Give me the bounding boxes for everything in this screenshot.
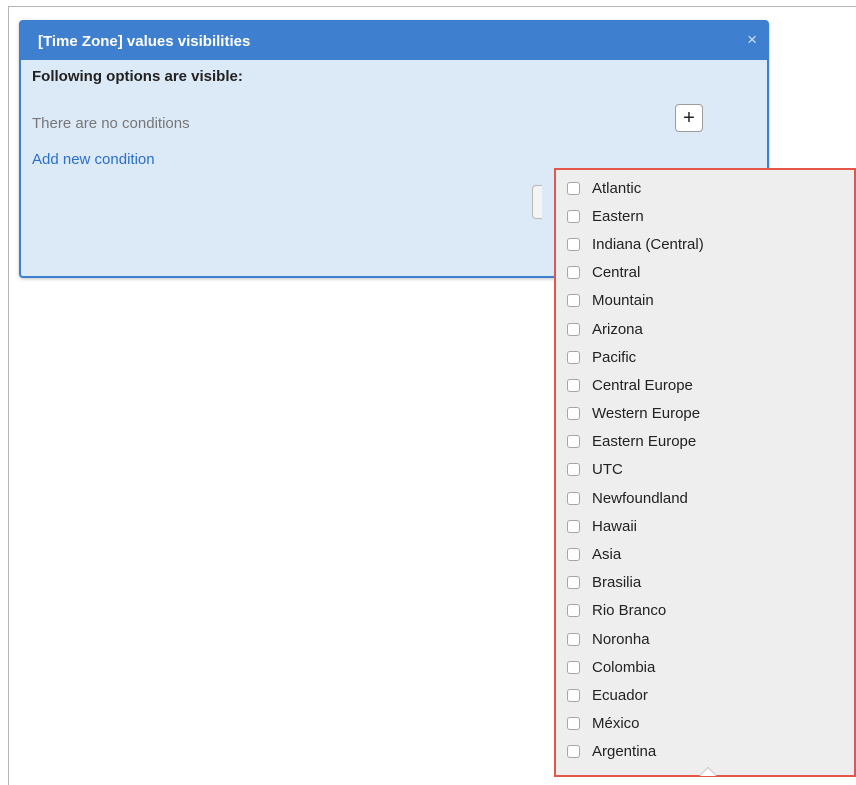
option-label: Pacific: [592, 348, 637, 366]
option-item[interactable]: Hawaii: [556, 512, 854, 540]
option-checkbox[interactable]: [567, 745, 580, 759]
option-checkbox[interactable]: [567, 237, 580, 251]
option-checkbox[interactable]: [567, 294, 580, 308]
option-label: Atlantic: [592, 179, 642, 197]
option-label: Eastern: [592, 207, 644, 225]
option-label: Ecuador: [592, 686, 648, 704]
option-checkbox[interactable]: [567, 519, 580, 533]
option-item[interactable]: Asia: [556, 540, 854, 568]
option-label: Indiana (Central): [592, 235, 704, 253]
option-item[interactable]: Pacific: [556, 343, 854, 371]
obscured-button[interactable]: [532, 185, 542, 219]
option-checkbox[interactable]: [567, 660, 580, 674]
option-checkbox[interactable]: [567, 378, 580, 392]
option-item[interactable]: Eastern: [556, 202, 854, 230]
option-item[interactable]: Ecuador: [556, 681, 854, 709]
close-icon[interactable]: ×: [747, 30, 757, 50]
option-item[interactable]: Mountain: [556, 287, 854, 315]
option-label: Central: [592, 264, 641, 282]
option-checkbox[interactable]: [567, 688, 580, 702]
option-checkbox[interactable]: [567, 435, 580, 449]
option-label: Rio Branco: [592, 602, 667, 620]
option-label: Hawaii: [592, 517, 638, 535]
option-label: Noronha: [592, 630, 650, 648]
option-item[interactable]: Brasilia: [556, 569, 854, 597]
option-item[interactable]: Newfoundland: [556, 484, 854, 512]
option-label: México: [592, 715, 640, 733]
option-label: Argentina: [592, 743, 657, 761]
options-list: Atlantic Eastern Indiana (Central) Central M…: [556, 174, 854, 766]
option-item[interactable]: Western Europe: [556, 400, 854, 428]
option-label: Asia: [592, 546, 622, 564]
option-item[interactable]: Noronha: [556, 625, 854, 653]
option-label: UTC: [592, 461, 623, 479]
option-label: Eastern Europe: [592, 433, 697, 451]
option-checkbox[interactable]: [567, 266, 580, 280]
option-item[interactable]: Arizona: [556, 315, 854, 343]
option-label: Western Europe: [592, 405, 701, 423]
option-item[interactable]: UTC: [556, 456, 854, 484]
option-item[interactable]: Eastern Europe: [556, 428, 854, 456]
option-checkbox[interactable]: [567, 491, 580, 505]
dialog-header: [Time Zone] values visibilities ×: [21, 22, 767, 60]
option-item[interactable]: Argentina: [556, 738, 854, 766]
add-option-button[interactable]: +: [675, 104, 703, 132]
option-label: Colombia: [592, 658, 656, 676]
option-checkbox[interactable]: [567, 632, 580, 646]
option-checkbox[interactable]: [567, 548, 580, 562]
option-checkbox[interactable]: [567, 463, 580, 477]
visible-options-heading: Following options are visible:: [32, 68, 243, 85]
option-checkbox[interactable]: [567, 181, 580, 195]
option-checkbox[interactable]: [567, 717, 580, 731]
dropdown-pointer: [700, 768, 716, 776]
option-item[interactable]: Central Europe: [556, 371, 854, 399]
dialog-title: [Time Zone] values visibilities: [38, 33, 251, 50]
option-checkbox[interactable]: [567, 576, 580, 590]
option-item[interactable]: Indiana (Central): [556, 230, 854, 258]
option-label: Mountain: [592, 292, 654, 310]
add-new-condition-link[interactable]: Add new condition: [32, 151, 155, 168]
time-zone-options-dropdown: Atlantic Eastern Indiana (Central) Central M…: [554, 168, 856, 777]
option-item[interactable]: Colombia: [556, 653, 854, 681]
option-checkbox[interactable]: [567, 350, 580, 364]
option-checkbox[interactable]: [567, 209, 580, 223]
option-checkbox[interactable]: [567, 322, 580, 336]
option-item[interactable]: Atlantic: [556, 174, 854, 202]
option-label: Newfoundland: [592, 489, 688, 507]
option-checkbox[interactable]: [567, 604, 580, 618]
option-item[interactable]: Central: [556, 259, 854, 287]
option-label: Brasilia: [592, 574, 642, 592]
option-checkbox[interactable]: [567, 407, 580, 421]
option-item[interactable]: Rio Branco: [556, 597, 854, 625]
option-label: Arizona: [592, 320, 643, 338]
option-label: Central Europe: [592, 376, 693, 394]
option-item[interactable]: México: [556, 710, 854, 738]
empty-conditions-text: There are no conditions: [32, 115, 190, 132]
